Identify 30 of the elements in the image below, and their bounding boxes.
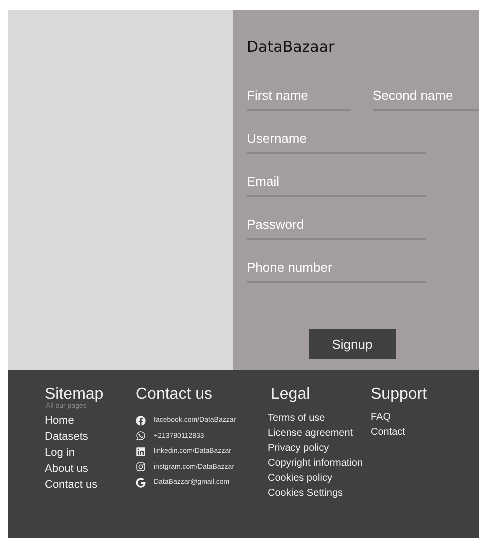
footer-link[interactable]: License agreement <box>268 426 371 441</box>
footer-link[interactable]: FAQ <box>371 410 471 425</box>
google-icon <box>136 478 146 488</box>
footer-link[interactable]: Contact us <box>45 477 136 493</box>
footer-link[interactable]: About us <box>45 461 136 477</box>
footer-link[interactable]: Home <box>45 413 136 429</box>
footer-heading: Support <box>371 386 428 404</box>
footer-heading: Legal <box>271 386 312 404</box>
brand-title: DataBazaar <box>247 38 336 58</box>
linkedin-icon <box>136 446 146 457</box>
footer-link[interactable]: Privacy policy <box>268 441 371 456</box>
footer-link[interactable]: Datasets <box>45 429 136 445</box>
input-field[interactable]: Username <box>247 127 426 154</box>
footer-link[interactable]: Cookies policy <box>268 471 371 486</box>
footer-link[interactable]: Log in <box>45 445 136 461</box>
facebook-icon <box>136 416 146 426</box>
footer-link[interactable]: Cookies Settings <box>268 486 371 501</box>
instagram-icon <box>136 462 146 472</box>
name-field[interactable]: First name <box>247 84 351 111</box>
input-field[interactable]: Phone number <box>247 256 426 283</box>
input-field[interactable]: Password <box>247 213 426 240</box>
footer-link[interactable]: Terms of use <box>268 411 371 426</box>
footer-heading: Contact us <box>136 386 214 404</box>
whatsapp-icon <box>136 431 146 442</box>
footer-link[interactable]: Contact <box>371 425 471 440</box>
signup-button[interactable]: Signup <box>309 329 396 359</box>
footer-link[interactable]: Copyright information <box>268 456 371 471</box>
input-field[interactable]: Email <box>247 170 426 197</box>
name-field[interactable]: Second name <box>373 84 479 111</box>
footer-heading: Sitemap <box>45 386 105 403</box>
